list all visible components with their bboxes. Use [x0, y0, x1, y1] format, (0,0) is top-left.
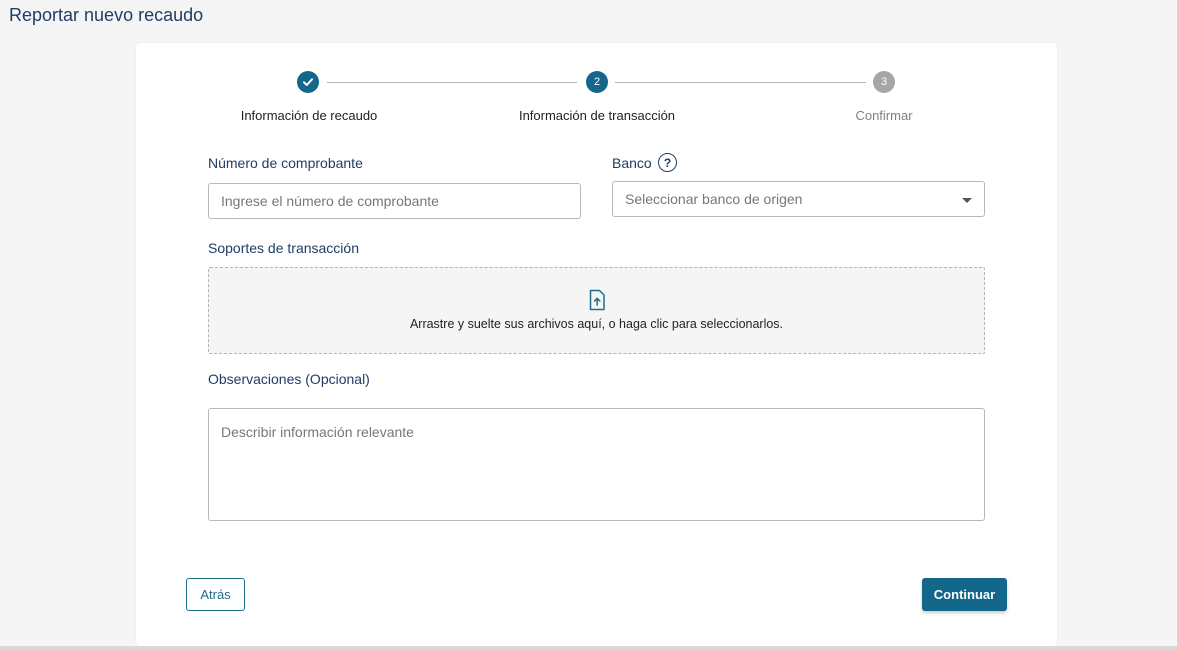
supports-label: Soportes de transacción — [208, 240, 359, 256]
back-button[interactable]: Atrás — [186, 578, 245, 611]
step-2-active: 2 — [586, 71, 608, 93]
page-title: Reportar nuevo recaudo — [9, 5, 204, 25]
step-connector-2 — [615, 82, 866, 83]
dropzone-hint: Arrastre y suelte sus archivos aquí, o h… — [409, 317, 784, 331]
voucher-number-input[interactable] — [208, 183, 581, 219]
observations-label: Observaciones (Opcional) — [208, 371, 370, 387]
file-dropzone[interactable]: Arrastre y suelte sus archivos aquí, o h… — [208, 267, 985, 354]
step-3-number: 3 — [880, 76, 888, 88]
continue-button[interactable]: Continuar — [922, 578, 1007, 611]
step-2-number: 2 — [593, 76, 601, 88]
check-icon — [303, 78, 313, 86]
step-connector-1 — [327, 82, 577, 83]
voucher-number-label: Número de comprobante — [208, 155, 363, 171]
step-1-completed — [297, 71, 319, 93]
step-2-label: Información de transacción — [518, 108, 676, 123]
bank-label: Banco — [612, 155, 652, 171]
bank-select[interactable]: Seleccionar banco de origen — [612, 181, 985, 217]
chevron-down-icon — [962, 198, 972, 203]
step-3-pending: 3 — [873, 71, 895, 93]
question-circle-icon[interactable]: ? — [658, 153, 677, 172]
step-1-label: Información de recaudo — [240, 108, 378, 123]
observations-textarea[interactable] — [208, 408, 985, 521]
bank-select-placeholder: Seleccionar banco de origen — [625, 191, 803, 207]
step-3-label: Confirmar — [855, 108, 913, 123]
file-upload-icon — [589, 289, 605, 311]
